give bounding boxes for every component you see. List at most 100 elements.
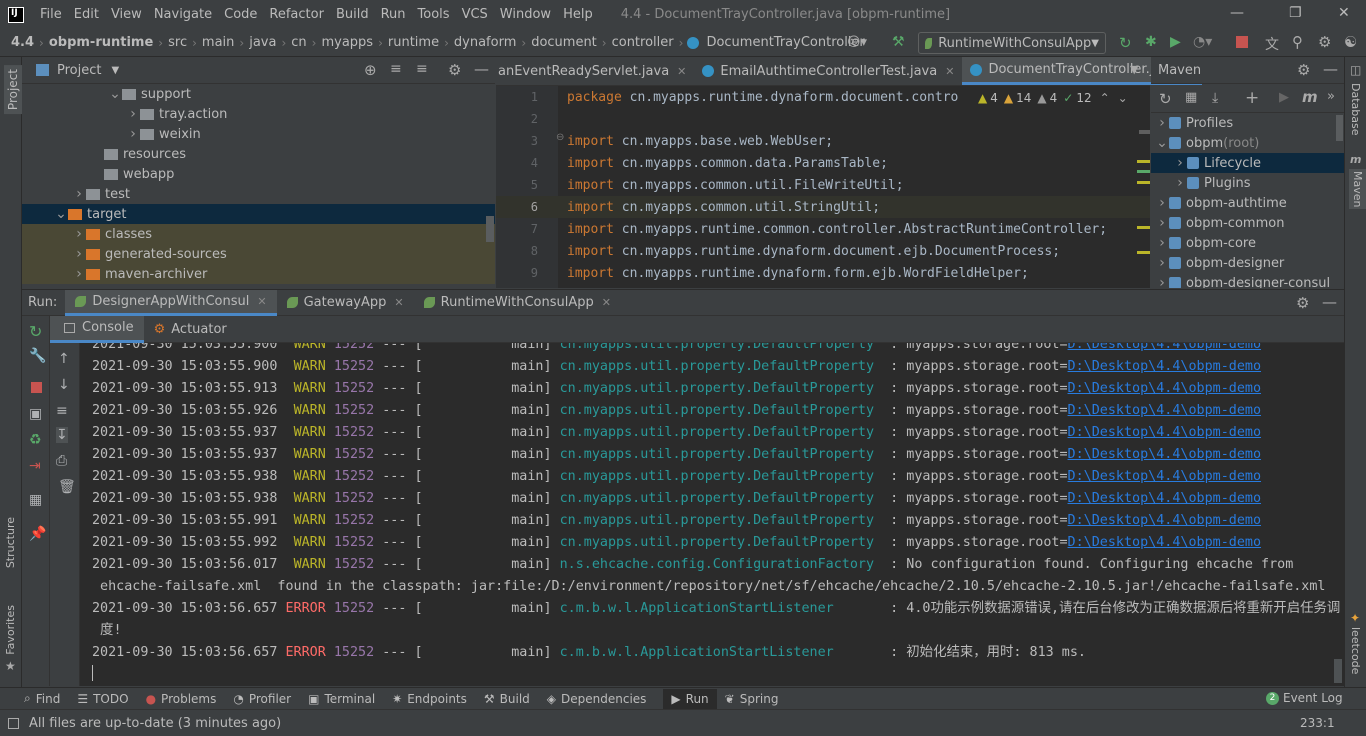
breadcrumb-item[interactable]: src (165, 35, 190, 50)
restore-icon[interactable]: ❐ (1289, 5, 1302, 21)
menu-item-help[interactable]: Help (557, 7, 599, 22)
log-path-link[interactable]: D:\Desktop\4.4\obpm-demo (1068, 535, 1261, 550)
tree-row-tray.action[interactable]: › tray.action (22, 104, 495, 124)
scroll-to-end-icon[interactable]: ↧ (56, 427, 68, 443)
gear-icon[interactable]: ⚙ (448, 61, 461, 79)
tree-row-classes[interactable]: › classes (22, 224, 495, 244)
tool-find[interactable]: ⌕ Find (24, 691, 69, 706)
tree-row-generated-sources[interactable]: › generated-sources (22, 244, 495, 264)
debug-icon[interactable]: ✱ (1145, 34, 1157, 50)
tree-row-webapp[interactable]: webapp (22, 164, 495, 184)
tree-row-maven-archiver[interactable]: › maven-archiver (22, 264, 495, 284)
chevron-down-icon[interactable]: ⌄ (1155, 135, 1169, 151)
wrench-icon[interactable]: 🔧 (29, 348, 46, 364)
menu-item-build[interactable]: Build (330, 7, 375, 22)
menu-item-edit[interactable]: Edit (68, 7, 105, 22)
chevron-right-icon[interactable]: › (1173, 175, 1187, 191)
chevron-right-icon[interactable]: › (72, 266, 86, 282)
tree-row-support[interactable]: ⌄ support (22, 84, 495, 104)
close-tab-icon[interactable]: ✕ (945, 65, 954, 78)
console-scrollbar[interactable] (1334, 659, 1342, 683)
tool-build[interactable]: ⚒ Build (484, 692, 539, 706)
console-output[interactable]: 2021-09-30 15:03:55.900 WARN 15252 --- [… (80, 343, 1344, 686)
breadcrumb-item[interactable]: 4.4 (8, 35, 37, 50)
breadcrumb-item[interactable]: runtime (385, 35, 442, 50)
chevron-right-icon[interactable]: › (72, 186, 86, 202)
collapse-all-icon[interactable]: ≡ (416, 61, 428, 77)
chevron-right-icon[interactable]: › (1155, 275, 1169, 288)
breadcrumb-item[interactable]: DocumentTrayController (703, 35, 867, 50)
tab-console[interactable]: Console (50, 315, 144, 343)
maven-tree-row[interactable]: › obpm-common (1151, 213, 1344, 233)
breadcrumb-item[interactable]: java (246, 35, 279, 50)
menu-item-file[interactable]: File (34, 7, 68, 22)
log-path-link[interactable]: D:\Desktop\4.4\obpm-demo (1068, 425, 1261, 440)
arrow-down-icon[interactable]: ↓ (58, 377, 70, 393)
coverage-icon[interactable]: ▶ (1170, 34, 1181, 50)
chevron-right-icon[interactable]: › (1155, 115, 1169, 131)
tool-dependencies[interactable]: ◈ Dependencies (547, 692, 656, 706)
tool-profiler[interactable]: ◔ Profiler (233, 692, 300, 706)
chevron-right-icon[interactable]: › (126, 126, 140, 142)
editor-tab[interactable]: anEventReadyServlet.java ✕ (496, 57, 694, 85)
arrow-up-icon[interactable]: ↑ (58, 351, 70, 367)
locate-icon[interactable]: ⊕ (364, 61, 377, 79)
project-scrollbar[interactable] (486, 216, 494, 242)
menu-item-tools[interactable]: Tools (412, 7, 456, 22)
log-path-link[interactable]: D:\Desktop\4.4\obpm-demo (1068, 381, 1261, 396)
log-path-link[interactable]: D:\Desktop\4.4\obpm-demo (1068, 469, 1261, 484)
maven-tree-row[interactable]: › Profiles (1151, 113, 1344, 133)
gear-icon[interactable]: ⚙ (1296, 294, 1309, 312)
translate-icon[interactable]: 文 (1265, 34, 1279, 54)
chevron-down-icon[interactable]: ⌄ (54, 206, 68, 222)
tool-endpoints[interactable]: ✷ Endpoints (392, 692, 476, 706)
tool-run[interactable]: ▶ Run (663, 688, 717, 709)
tabs-overflow-icon[interactable]: ▼ (1130, 63, 1138, 76)
maven-tree-row[interactable]: › Lifecycle (1151, 153, 1344, 173)
editor-tab[interactable]: EmailAuthtimeControllerTest.java ✕ (694, 57, 962, 85)
log-path-link[interactable]: D:\Desktop\4.4\obpm-demo (1068, 359, 1261, 374)
tool-terminal[interactable]: ▣ Terminal (308, 692, 384, 706)
chevron-right-icon[interactable]: › (126, 106, 140, 122)
chevron-right-icon[interactable]: › (72, 246, 86, 262)
menu-item-navigate[interactable]: Navigate (148, 7, 218, 22)
maven-tree-row[interactable]: › obpm-designer-consul (1151, 273, 1344, 288)
menu-item-refactor[interactable]: Refactor (263, 7, 330, 22)
event-log-button[interactable]: 2 Event Log (1266, 691, 1343, 705)
status-window-icon[interactable] (8, 717, 19, 729)
chevron-down-icon[interactable]: ⌄ (108, 86, 122, 102)
code-editor[interactable]: 1 package cn.myapps.runtime.dynaform.docu… (496, 86, 1150, 288)
soft-wrap-icon[interactable]: ≡ (56, 403, 68, 419)
project-tool-button[interactable]: Project (4, 65, 22, 115)
breadcrumb-item[interactable]: document (528, 35, 600, 50)
database-tool-button[interactable]: Database (1349, 83, 1362, 136)
chevron-up-icon[interactable]: ⌃ (1100, 91, 1110, 105)
exit-icon[interactable]: ⇥ (29, 458, 41, 474)
tool-problems[interactable]: ● Problems (146, 692, 226, 706)
maven-goal-icon[interactable]: m (1302, 88, 1318, 106)
close-tab-icon[interactable]: ✕ (602, 296, 611, 309)
maven-tool-button[interactable]: Maven (1349, 169, 1366, 210)
stop-icon[interactable] (31, 382, 42, 393)
chevron-down-icon[interactable]: ⌄ (1118, 91, 1128, 105)
chevron-right-icon[interactable]: › (1155, 215, 1169, 231)
run-configuration-select[interactable]: RuntimeWithConsulApp ▼ (918, 32, 1106, 54)
breadcrumb-item[interactable]: dynaform (451, 35, 519, 50)
chevron-right-icon[interactable]: › (1155, 195, 1169, 211)
chevron-down-icon[interactable]: ▼ (111, 65, 119, 76)
chevron-right-icon[interactable]: › (72, 226, 86, 242)
rerun-icon[interactable]: ↻ (1119, 34, 1132, 52)
search-icon[interactable]: ⚲ (1292, 33, 1303, 51)
menu-item-window[interactable]: Window (494, 7, 557, 22)
log-path-link[interactable]: D:\Desktop\4.4\obpm-demo (1068, 343, 1261, 352)
rerun-icon[interactable]: ↻ (29, 322, 42, 341)
breadcrumb-item[interactable]: cn (288, 35, 309, 50)
menu-item-view[interactable]: View (105, 7, 148, 22)
hide-panel-icon[interactable]: — (1322, 293, 1337, 311)
gear-icon[interactable]: ⚙ (1297, 61, 1310, 79)
maven-scrollbar[interactable] (1336, 115, 1343, 141)
chevron-right-icon[interactable]: › (1173, 155, 1187, 171)
add-icon[interactable]: + (1245, 88, 1259, 108)
run-tab[interactable]: RuntimeWithConsulApp ✕ (414, 290, 621, 316)
pin-icon[interactable]: 📌 (29, 526, 46, 542)
